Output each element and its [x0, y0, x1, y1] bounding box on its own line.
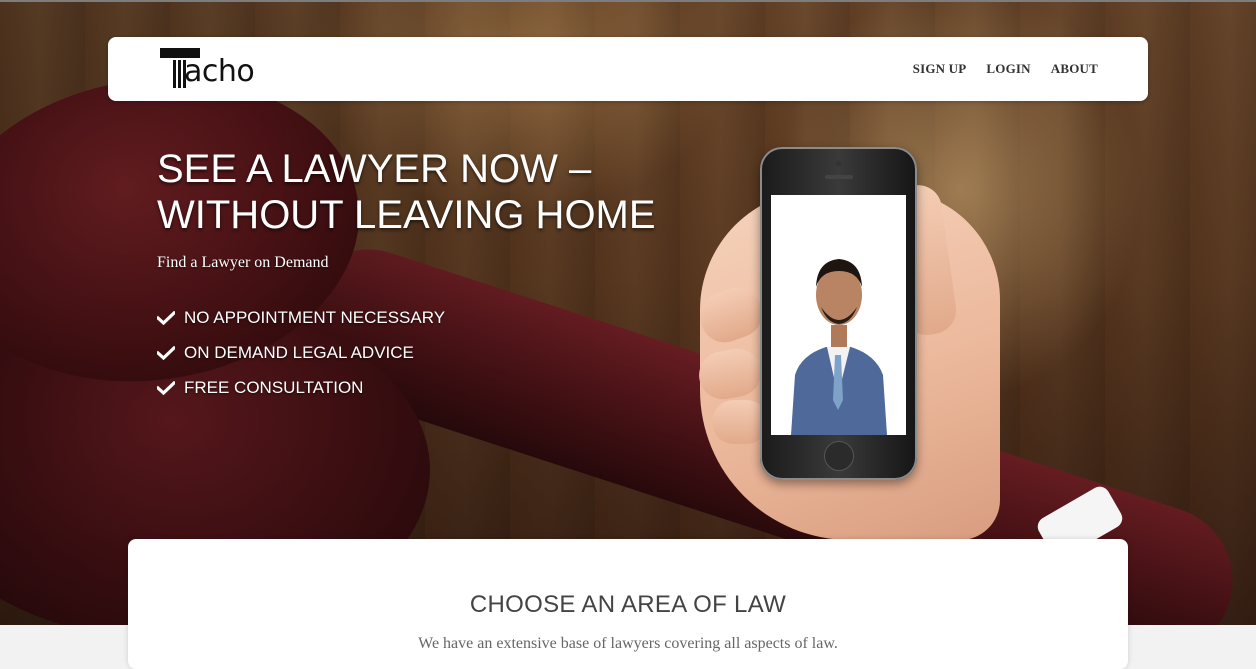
- tacho-logo[interactable]: acho: [160, 48, 270, 90]
- area-of-law-title: CHOOSE AN AREA OF LAW: [469, 591, 787, 618]
- feature-item: FREE CONSULTATION: [157, 370, 445, 405]
- nav-about-link[interactable]: ABOUT: [1051, 61, 1098, 77]
- phone-camera-icon: [836, 161, 841, 166]
- nav-sign-up-link[interactable]: SIGN UP: [913, 61, 967, 77]
- navbar: acho SIGN UP LOGIN ABOUT: [108, 37, 1148, 101]
- check-icon: [157, 310, 175, 325]
- nav-login-link[interactable]: LOGIN: [986, 61, 1030, 77]
- feature-label: NO APPOINTMENT NECESSARY: [184, 307, 446, 327]
- lawyer-portrait-icon: [771, 195, 906, 435]
- feature-label: ON DEMAND LEGAL ADVICE: [184, 342, 414, 362]
- lawyer-photo: [771, 195, 906, 435]
- feature-item: ON DEMAND LEGAL ADVICE: [157, 335, 445, 370]
- check-icon: [157, 345, 175, 360]
- feature-item: NO APPOINTMENT NECESSARY: [157, 300, 445, 335]
- logo-text: acho: [184, 54, 255, 89]
- hero-subtitle: Find a Lawyer on Demand: [157, 254, 329, 271]
- area-of-law-card: CHOOSE AN AREA OF LAW We have an extensi…: [128, 539, 1128, 669]
- feature-list: NO APPOINTMENT NECESSARY ON DEMAND LEGAL…: [157, 300, 445, 405]
- hero-headline: SEE A LAWYER NOW – WITHOUT LEAVING HOME: [157, 147, 656, 237]
- phone-home-button-icon: [824, 441, 854, 471]
- check-icon: [157, 380, 175, 395]
- top-border: [0, 0, 1256, 2]
- main-nav: SIGN UP LOGIN ABOUT: [913, 37, 1098, 101]
- feature-label: FREE CONSULTATION: [184, 377, 364, 397]
- phone-speaker-icon: [825, 175, 853, 179]
- area-of-law-description: We have an extensive base of lawyers cov…: [418, 635, 838, 652]
